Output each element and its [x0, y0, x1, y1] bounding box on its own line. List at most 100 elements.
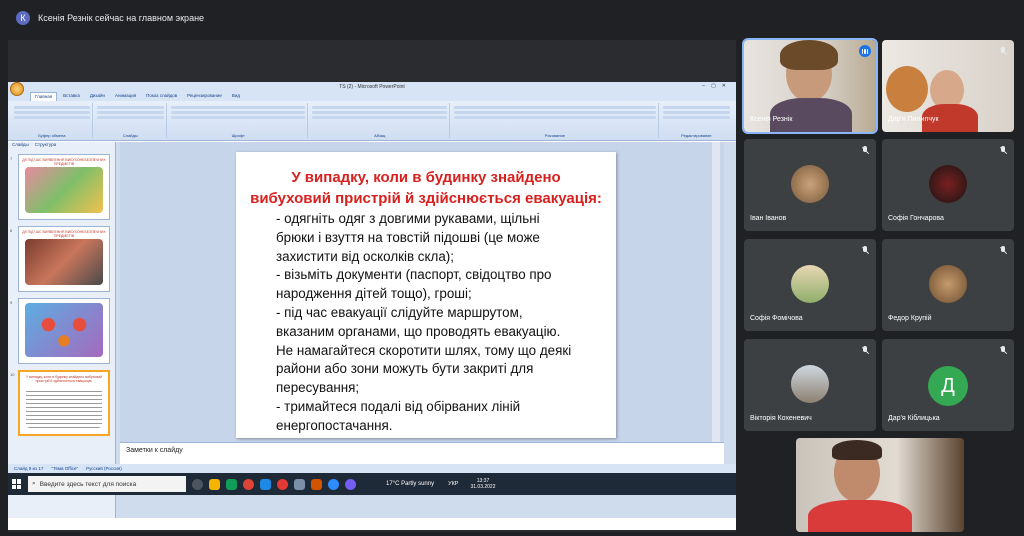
participant-name: Іван Іванов [750, 215, 787, 222]
slides-panel: Слайды Структура 7 ДІЇ ПІД ЧАС ВИЯВЛЕННЯ… [8, 142, 116, 518]
app-icon[interactable] [294, 478, 305, 490]
edge-icon[interactable] [260, 478, 271, 490]
ppt-title-bar: TS (2) - Microsoft PowerPoint –▢✕ [8, 82, 736, 96]
participant-tile[interactable]: Іван Іванов [744, 139, 876, 231]
thumb-number: 8 [10, 228, 13, 233]
participant-name: Дар'я Кіблицька [888, 415, 940, 422]
slide-body-line: - одягніть одяг з довгими рукавами, щіль… [276, 211, 540, 226]
zoom-icon[interactable] [328, 478, 339, 490]
powerpoint-window: TS (2) - Microsoft PowerPoint –▢✕ Главна… [8, 82, 736, 530]
mic-off-icon [999, 146, 1007, 155]
taskbar-search-input[interactable]: ⌕ Введите здесь текст для поиска [28, 476, 186, 492]
ribbon-group-font[interactable]: Шрифт [169, 103, 309, 138]
participant-tile[interactable]: Вікторія Кохеневич [744, 339, 876, 431]
vertical-scrollbar[interactable] [712, 142, 720, 442]
opera-icon[interactable] [277, 478, 288, 490]
avatar [791, 365, 829, 403]
participant-name: Ксенія Резнік [750, 116, 793, 123]
participant-name: Дар'я Пилипчук [888, 116, 939, 123]
slide-body-line: Не намагайтеся скоротити шлях, тому що д… [276, 342, 572, 358]
ppt-status-bar: Слайд 9 из 17 "Тема Office" Русский (Рос… [8, 464, 736, 473]
slide-editor: У випадку, коли в будинку знайдено вибух… [120, 142, 724, 442]
status-theme: "Тема Office" [51, 466, 79, 471]
ribbon-group-clipboard[interactable]: Буфер обмена [12, 103, 93, 138]
thumb-number: 9 [10, 300, 13, 305]
search-icon: ⌕ [32, 480, 36, 487]
taskbar-clock[interactable]: 13:37 31.03.2022 [470, 478, 495, 490]
ribbon-group-paragraph[interactable]: Абзац [310, 103, 450, 138]
slide-body-line: - під час евакуації слідуйте маршрутом, [276, 304, 523, 320]
presenter-avatar: К [16, 11, 30, 25]
tab-home[interactable]: Главная [30, 92, 58, 101]
slide-body-line: пересування; [276, 380, 360, 396]
participant-tile[interactable]: Софія Фомічова [744, 239, 876, 331]
file-explorer-icon[interactable] [209, 478, 220, 490]
presentation-banner: К Ксенія Резнік сейчас на главном экране [0, 0, 1024, 36]
office-button-icon[interactable] [10, 82, 24, 96]
participant-name: Софія Фомічова [750, 315, 803, 322]
slide-thumbnail[interactable]: ДІЇ ПІД ЧАС ВИЯВЛЕННЯ ВИБУХОНЕБЕЗПЕЧНИХ … [18, 154, 110, 220]
thumb-number: 7 [10, 156, 13, 161]
slide-notes[interactable]: Заметки к слайду [120, 442, 724, 464]
ppt-window-title: TS (2) - Microsoft PowerPoint [339, 84, 405, 90]
participant-tile[interactable]: Дар'я Пилипчук [882, 40, 1014, 132]
window-controls[interactable]: –▢✕ [702, 83, 732, 89]
slide-body-line: - тримайтеся подалі від обірваних ліній [276, 398, 521, 414]
panel-tab-outline[interactable]: Структура [35, 142, 56, 150]
mic-off-icon [861, 146, 869, 155]
slide-thumbnail[interactable] [18, 298, 110, 364]
tab-review[interactable]: Рецензирование [183, 92, 226, 101]
participant-tile[interactable]: Д Дар'я Кіблицька [882, 339, 1014, 431]
slide-body-line: брюки і взуття на товстій підошві (це мо… [276, 229, 540, 245]
viber-icon[interactable] [345, 478, 356, 490]
tab-design[interactable]: Дизайн [86, 92, 109, 101]
language-indicator[interactable]: УКР [448, 481, 458, 487]
ppt-workspace: Слайды Структура 7 ДІЇ ПІД ЧАС ВИЯВЛЕННЯ… [8, 142, 736, 518]
cortana-icon[interactable] [192, 478, 203, 490]
windows-start-icon[interactable] [12, 479, 22, 489]
avatar [791, 165, 829, 203]
avatar [791, 265, 829, 303]
slide-body-line: захистити від осколків скла); [276, 248, 454, 264]
letter-avatar: Д [928, 366, 968, 406]
store-icon[interactable] [226, 478, 237, 490]
slide-body-line: - візьміть документи (паспорт, свідоцтво… [276, 267, 552, 283]
mic-off-icon [861, 246, 869, 255]
tab-animation[interactable]: Анимация [111, 92, 140, 101]
tab-insert[interactable]: Вставка [59, 92, 84, 101]
ribbon-group-slides[interactable]: Слайды [95, 103, 167, 138]
powerpoint-taskbar-icon[interactable] [311, 478, 322, 490]
mic-off-icon [861, 346, 869, 355]
ribbon-group-editing[interactable]: Редактирование [661, 103, 732, 138]
self-view-tile[interactable] [796, 438, 964, 532]
participant-tile[interactable]: Федор Крупій [882, 239, 1014, 331]
participant-name: Вікторія Кохеневич [750, 415, 812, 422]
mic-off-icon [999, 47, 1007, 56]
ribbon-group-drawing[interactable]: Рисование [452, 103, 659, 138]
participant-tile[interactable]: Ксенія Резнік [742, 38, 878, 134]
slide-thumbnail-selected[interactable]: У випадку, коли в будинку знайдено вибух… [18, 370, 110, 436]
speaking-indicator-icon [859, 45, 871, 57]
ribbon-tabs: Главная Вставка Дизайн Анимация Показ сл… [8, 92, 736, 101]
avatar [929, 265, 967, 303]
ribbon: Буфер обмена Слайды Шрифт Абзац Рисовани… [8, 101, 736, 141]
tab-slideshow[interactable]: Показ слайдов [142, 92, 181, 101]
mic-off-icon [999, 346, 1007, 355]
participant-tile[interactable]: Софія Гончарова [882, 139, 1014, 231]
slide-body-line: народження дітей тощо), гроші; [276, 286, 472, 302]
status-language: Русский (Россия) [86, 466, 122, 471]
slide-thumbnail[interactable]: ДІЇ ПІД ЧАС ВИЯВЛЕННЯ ВИБУХОНЕБЕЗПЕЧНИХ … [18, 226, 110, 292]
slide-body-line: енергопостачання. [276, 417, 393, 433]
tab-view[interactable]: Вид [228, 92, 244, 101]
slide-body-line: вказаним органами, що проводять евакуаці… [276, 323, 561, 339]
panel-tab-slides[interactable]: Слайды [12, 142, 29, 150]
current-slide[interactable]: У випадку, коли в будинку знайдено вибух… [236, 152, 616, 438]
slide-title-line: У випадку, коли в будинку знайдено [291, 169, 561, 186]
shared-screen: TS (2) - Microsoft PowerPoint –▢✕ Главна… [8, 40, 736, 532]
panel-tabs: Слайды Структура [8, 142, 115, 150]
status-slide-count: Слайд 9 из 17 [14, 466, 44, 471]
participant-name: Софія Гончарова [888, 215, 944, 222]
chrome-icon[interactable] [243, 478, 254, 490]
weather-widget[interactable]: 17°C Partly sunny [386, 481, 434, 487]
participant-name: Федор Крупій [888, 315, 932, 322]
